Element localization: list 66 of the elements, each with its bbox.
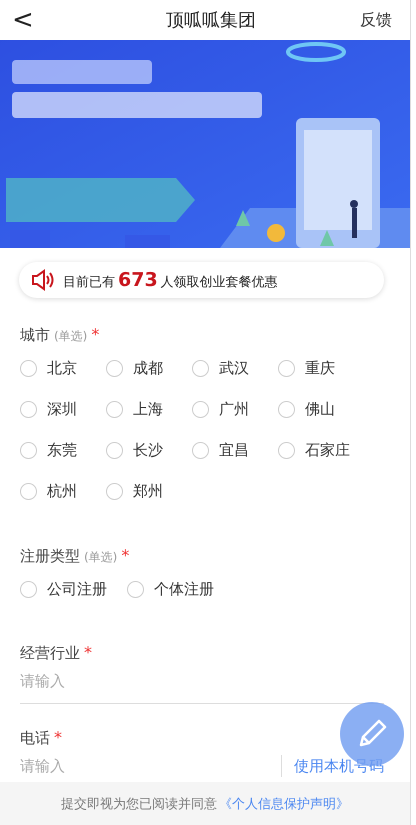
option-label: 北京 [47,358,77,378]
radio-circle-icon[interactable] [106,482,123,500]
field-hint: (单选) [84,549,118,566]
radio-circle-icon[interactable] [20,360,37,376]
option-label: 宜昌 [219,440,249,460]
radio-circle-icon[interactable] [127,580,144,598]
required-asterisk: * [84,643,92,662]
radio-option[interactable]: 成都 [106,357,192,379]
option-label: 东莞 [47,440,77,460]
speaker-icon [31,269,55,291]
option-label: 长沙 [133,440,163,460]
radio-circle-icon[interactable] [20,580,37,598]
notice-text: 目前已有 673 人领取创业套餐优惠 [63,269,278,291]
radio-option[interactable]: 个体注册 [127,578,214,600]
radio-option[interactable]: 郑州 [106,480,192,502]
field-label: 城市 [20,326,50,345]
radio-circle-icon[interactable] [106,400,123,418]
radio-option[interactable]: 宜昌 [192,439,278,461]
option-label: 郑州 [133,482,163,500]
consent-text: 提交即视为您已阅读并同意 [61,796,217,812]
page-title: 顶呱呱集团 [166,9,256,32]
field-label: 经营行业 [20,644,80,663]
required-asterisk: * [121,546,130,565]
input-field[interactable]: 请输入 [20,757,281,775]
option-label: 石家庄 [305,440,350,460]
radio-circle-icon[interactable] [106,360,123,376]
radio-option[interactable]: 北京 [20,357,106,379]
radio-option[interactable]: 上海 [106,398,192,420]
option-label: 重庆 [305,358,335,378]
field-label: 注册类型 [20,547,80,566]
radio-option[interactable]: 广州 [192,398,278,420]
back-button[interactable]: < [6,7,40,33]
option-label: 杭州 [47,482,77,500]
radio-circle-icon[interactable] [278,442,295,458]
option-label: 深圳 [47,400,77,418]
radio-option[interactable]: 重庆 [278,357,364,379]
radio-option[interactable]: 公司注册 [20,578,107,600]
field-hint: (单选) [54,328,88,345]
radio-option[interactable]: 杭州 [20,480,106,502]
feedback-button[interactable]: 反馈 [360,10,392,30]
radio-circle-icon[interactable] [192,400,209,418]
radio-option[interactable]: 深圳 [20,398,106,420]
radio-circle-icon[interactable] [20,442,37,458]
radio-option[interactable]: 东莞 [20,439,106,461]
radio-circle-icon[interactable] [278,400,295,418]
field-label: 电话 [20,729,50,748]
radio-circle-icon[interactable] [278,360,295,376]
option-label: 公司注册 [47,580,107,598]
option-label: 武汉 [219,358,249,378]
radio-circle-icon[interactable] [192,360,209,376]
radio-circle-icon[interactable] [192,442,209,458]
radio-circle-icon[interactable] [20,482,37,500]
option-label: 上海 [133,400,163,418]
radio-option[interactable]: 佛山 [278,398,364,420]
radio-option[interactable]: 武汉 [192,357,278,379]
required-asterisk: * [54,728,62,747]
radio-option[interactable]: 长沙 [106,439,192,461]
option-label: 成都 [133,358,163,378]
option-label: 佛山 [305,400,335,418]
radio-circle-icon[interactable] [106,442,123,458]
option-label: 广州 [219,400,249,418]
option-label: 个体注册 [154,580,214,598]
required-asterisk: * [91,325,100,344]
radio-option[interactable]: 石家庄 [278,439,364,461]
radio-circle-icon[interactable] [20,400,37,418]
input-field[interactable]: 请输入 [20,672,384,690]
